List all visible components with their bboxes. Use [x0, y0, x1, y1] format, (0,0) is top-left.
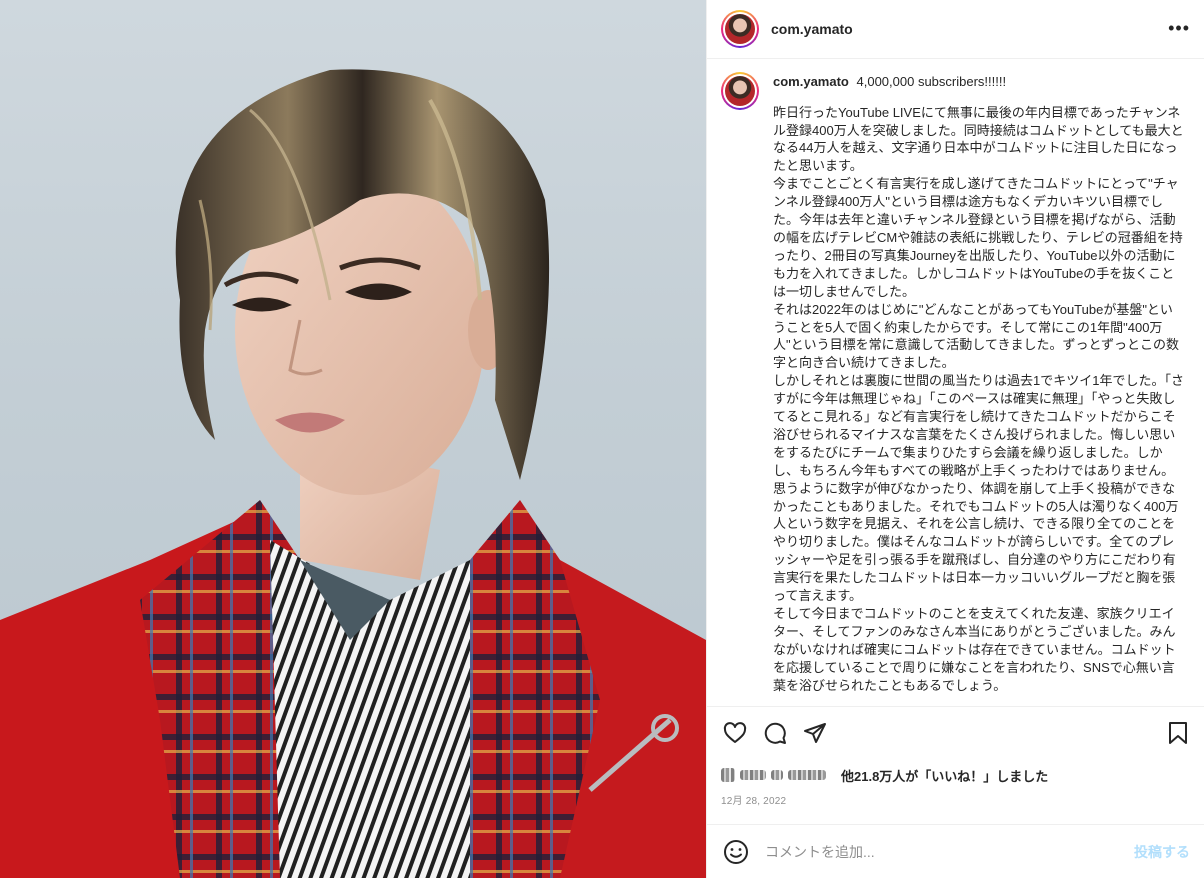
caption-paragraph: それは2022年のはじめに"どんなことがあってもYouTubeが基盤"ということ…: [773, 301, 1180, 371]
instagram-post-view: com.yamato ••• com.yamato 4,000,000 subs…: [0, 0, 1204, 878]
header-username[interactable]: com.yamato: [771, 21, 853, 37]
post-header: com.yamato •••: [707, 0, 1204, 59]
more-icon[interactable]: •••: [1168, 18, 1190, 39]
emoji-icon[interactable]: [723, 839, 749, 865]
comment-input[interactable]: [765, 843, 1134, 860]
avatar[interactable]: [721, 9, 759, 48]
comment-icon[interactable]: [761, 719, 789, 747]
likes-count[interactable]: 他21.8万人が「いいね！」しました: [841, 766, 1048, 785]
caption-avatar[interactable]: [721, 71, 759, 110]
post-photo[interactable]: [0, 0, 706, 878]
caption-header: com.yamato 4,000,000 subscribers!!!!!!: [773, 73, 1185, 91]
share-icon[interactable]: [801, 719, 829, 747]
caption-text: 昨日行ったYouTube LIVEにて無事に最後の年内目標であったチャンネル登録…: [773, 104, 1185, 695]
post-date: 12月 28, 2022: [721, 795, 787, 807]
caption-username[interactable]: com.yamato: [773, 74, 849, 89]
heart-icon[interactable]: [721, 719, 749, 747]
post-comment-button[interactable]: 投稿する: [1134, 842, 1190, 862]
caption-area[interactable]: com.yamato 4,000,000 subscribers!!!!!! 昨…: [707, 59, 1204, 706]
bookmark-icon[interactable]: [1164, 719, 1192, 747]
caption-paragraph: そして今日までコムドットのことを支えてくれた友達、家族クリエイター、そしてファン…: [773, 606, 1176, 693]
liker-names-blurred: [721, 768, 831, 783]
caption-paragraph: 昨日行ったYouTube LIVEにて無事に最後の年内目標であったチャンネル登録…: [773, 104, 1184, 174]
likes-row: 他21.8万人が「いいね！」しました: [707, 758, 1204, 791]
caption-paragraph: しかしそれとは裏腹に世間の風当たりは過去1でキツイ1年でした。「さすがに今年は無…: [773, 373, 1184, 604]
portrait-illustration: [0, 69, 706, 878]
caption-body: com.yamato 4,000,000 subscribers!!!!!! 昨…: [773, 73, 1185, 706]
caption-paragraph: 今までことごとく有言実行を成し遂げてきたコムドットにとって"チャンネル登録400…: [773, 176, 1183, 299]
comment-bar: 投稿する: [707, 824, 1204, 878]
action-bar: [707, 705, 1204, 759]
caption-title: 4,000,000 subscribers!!!!!!: [856, 73, 1007, 89]
post-side-panel: com.yamato ••• com.yamato 4,000,000 subs…: [706, 0, 1204, 878]
